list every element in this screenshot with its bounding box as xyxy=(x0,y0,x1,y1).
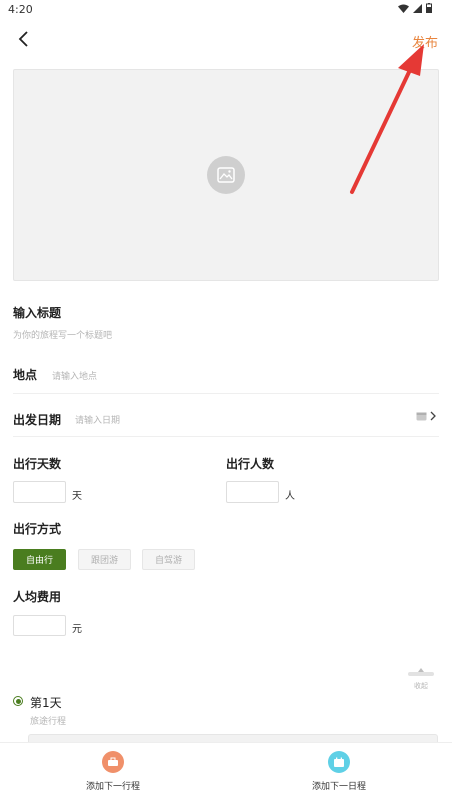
wifi-icon xyxy=(398,4,409,13)
day-subtitle: 旅途行程 xyxy=(30,717,67,727)
day-title: 第1天 xyxy=(30,696,62,710)
signal-icon xyxy=(413,3,422,13)
add-day-label: 添加下一日程 xyxy=(311,782,366,792)
add-itinerary-label: 添加下一行程 xyxy=(85,782,140,792)
add-day-button[interactable]: 添加下一日程 xyxy=(289,751,389,792)
people-input[interactable] xyxy=(226,481,279,503)
chevron-right-icon xyxy=(430,411,436,421)
image-placeholder-icon xyxy=(207,156,245,194)
collapse-label: 收起 xyxy=(414,682,428,690)
title-input[interactable]: 为你的旅程写一个标题吧 xyxy=(13,328,313,342)
collapse-icon xyxy=(408,668,434,676)
chevron-left-icon xyxy=(18,31,28,47)
collapse-button[interactable]: 收起 xyxy=(404,662,438,691)
day-radio-dot xyxy=(15,698,21,704)
calendar-icon xyxy=(416,412,427,421)
status-time: 4:20 xyxy=(8,3,33,16)
days-input[interactable] xyxy=(13,481,66,503)
bottom-bar: 添加下一行程 添加下一日程 xyxy=(0,742,452,804)
mode-chip-independent[interactable]: 自由行 xyxy=(13,549,66,570)
mode-chip-group-tour[interactable]: 跟团游 xyxy=(78,549,131,570)
date-label: 出发日期 xyxy=(13,413,62,427)
divider xyxy=(13,393,439,394)
back-button[interactable] xyxy=(12,28,34,50)
mode-chip-self-drive[interactable]: 自驾游 xyxy=(142,549,195,570)
add-itinerary-button[interactable]: 添加下一行程 xyxy=(63,751,163,792)
divider xyxy=(13,436,439,437)
location-label: 地点 xyxy=(13,368,38,382)
battery-icon xyxy=(426,3,432,13)
location-input[interactable]: 请输入地点 xyxy=(52,369,412,383)
mode-label: 出行方式 xyxy=(13,522,62,536)
cost-unit: 元 xyxy=(72,624,82,635)
date-input[interactable]: 请输入日期 xyxy=(75,413,395,427)
day-radio[interactable] xyxy=(13,696,23,706)
status-icons xyxy=(398,3,432,13)
cost-label: 人均费用 xyxy=(13,590,62,604)
date-picker-button[interactable] xyxy=(416,411,436,421)
title-label: 输入标题 xyxy=(13,306,62,320)
annotation-arrow xyxy=(350,44,424,194)
days-unit: 天 xyxy=(72,491,82,502)
briefcase-icon xyxy=(102,751,124,773)
people-label: 出行人数 xyxy=(226,457,275,471)
cost-input[interactable] xyxy=(13,615,66,636)
days-label: 出行天数 xyxy=(13,457,62,471)
people-unit: 人 xyxy=(285,491,295,502)
calendar-add-icon xyxy=(328,751,350,773)
